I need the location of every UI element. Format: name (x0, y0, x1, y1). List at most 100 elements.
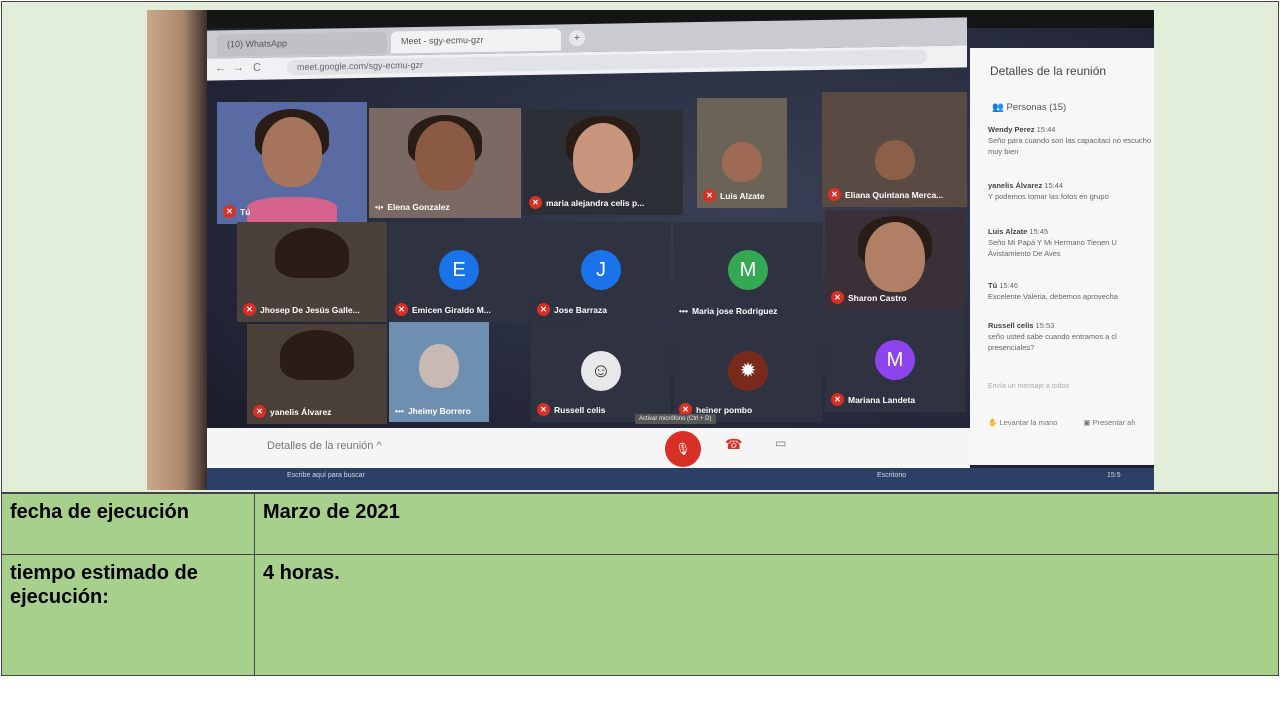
participant-tile[interactable]: M ✕ Mariana Landeta (825, 312, 965, 412)
speaking-icon: •ı• (375, 202, 384, 212)
participant-avatar-image: ☺ (581, 351, 621, 392)
meeting-controls-bar: Detalles de la reunión ^ Activar micrófo… (207, 414, 970, 468)
tab-meet-label: Meet - sgy-ecmu-gzr (401, 34, 484, 47)
mic-off-icon: ✕ (243, 303, 256, 316)
participant-tile[interactable]: M ••• Maria jose Rodriguez (673, 222, 823, 322)
participant-tile[interactable]: •ı• Elena Gonzalez (369, 108, 521, 218)
participant-name: Jheimy Borrero (407, 406, 471, 416)
camera-toggle-button[interactable]: ▭ (775, 436, 786, 450)
participant-name: yanelis Álvarez (270, 406, 332, 417)
participant-photo (275, 228, 349, 278)
participant-avatar: M (728, 250, 768, 290)
raise-hand-button[interactable]: ✋ Levantar la mano (988, 418, 1057, 427)
wall-background (147, 10, 207, 490)
participant-tile[interactable]: ✹ ✕ heiner pombo (673, 324, 823, 422)
message-text: Seño para cuando son las capacitaci no e… (988, 136, 1152, 156)
participant-photo (722, 142, 762, 182)
mic-off-icon: ✕ (831, 393, 844, 406)
taskbar-desktop[interactable]: Escritorio (877, 472, 906, 479)
tab-meet[interactable]: Meet - sgy-ecmu-gzr (391, 28, 561, 54)
chat-message: Tú 15:46 Excelente Valeria, debemos aprov… (988, 280, 1154, 302)
message-time: 15:45 (1029, 227, 1049, 236)
participant-name: Elena Gonzalez (387, 202, 450, 212)
table-row: fecha de ejecución Marzo de 2021 (1, 493, 1279, 555)
meeting-photo: (10) WhatsApp Meet - sgy-ecmu-gzr + ← → … (147, 10, 1154, 490)
taskbar-clock: 15:5 (1107, 472, 1121, 479)
message-time: 15:44 (1044, 181, 1064, 190)
chat-message: Luis Alzate 15:45 Seño Mi Papá Y Mi Herma… (988, 226, 1154, 259)
info-table: fecha de ejecución Marzo de 2021 tiempo … (1, 493, 1279, 676)
chat-message: yanelis Álvarez 15:44 Y podemos tomar las… (988, 180, 1154, 202)
participant-photo (419, 344, 459, 388)
chat-input[interactable]: Envía un mensaje a todos (988, 383, 1069, 390)
participant-tile[interactable]: ✕ Sharon Castro (825, 210, 965, 310)
mic-off-icon: ✕ (831, 291, 844, 304)
people-count: Personas (15) (1006, 102, 1067, 113)
message-text: Y podemos tomar las fotos en grupo (988, 192, 1109, 201)
participant-name: Luis Alzate (720, 190, 765, 201)
participant-tile[interactable]: E ✕ Emicen Giraldo M... (389, 222, 529, 322)
people-tab[interactable]: 👥 Personas (15) (992, 102, 1066, 113)
people-icon: 👥 (992, 102, 1007, 113)
participant-tile[interactable]: ✕ Luis Alzate (697, 98, 787, 208)
hand-icon: ✋ (988, 418, 998, 427)
present-icon: ▣ (1083, 418, 1091, 427)
photo-cell: (10) WhatsApp Meet - sgy-ecmu-gzr + ← → … (1, 1, 1279, 493)
row-label: tiempo estimado de ejecución: (1, 554, 255, 676)
participant-avatar: J (581, 250, 621, 290)
phone-hangup-icon: ☎ (725, 436, 743, 452)
meeting-details-panel: Detalles de la reunión 👥 Personas (15) W… (970, 48, 1154, 465)
participant-tile[interactable]: J ✕ Jose Barraza (531, 222, 671, 322)
message-text: Seño Mi Papá Y Mi Hermano Tienen U Avist… (988, 238, 1117, 258)
participant-name: Russell celis (554, 404, 606, 415)
mic-off-icon: ✕ (537, 403, 550, 416)
mic-toggle-button[interactable]: 🎙 (665, 431, 701, 467)
back-icon[interactable]: ← (215, 62, 226, 74)
message-time: 15:53 (1035, 321, 1055, 330)
row-value: 4 horas. (254, 554, 1279, 676)
participant-photo (874, 140, 915, 181)
forward-icon[interactable]: → (233, 62, 244, 74)
participant-name: Jhosep De Jesús Galle... (260, 304, 360, 315)
chat-message: Russell celis 15:53 seño usted sabe cuand… (988, 320, 1154, 353)
message-sender: Tú (988, 281, 998, 290)
participant-tile[interactable]: ☺ ✕ Russell celis (531, 324, 671, 422)
raise-hand-label: Levantar la mano (999, 418, 1058, 427)
row-label: fecha de ejecución (1, 493, 255, 555)
mic-off-icon: ✕ (395, 303, 408, 316)
participant-avatar: M (875, 340, 915, 380)
mic-off-icon: ✕ (223, 205, 236, 218)
reload-icon[interactable]: C (253, 62, 261, 74)
participant-name: Maria jose Rodriguez (691, 306, 778, 316)
meeting-details-toggle[interactable]: Detalles de la reunión ^ (267, 440, 382, 452)
participant-tile[interactable]: ✕ Eliana Quintana Merca... (822, 92, 967, 207)
participant-tile[interactable]: ✕ yanelis Álvarez (247, 324, 387, 424)
row-value: Marzo de 2021 (254, 493, 1279, 555)
hang-up-button[interactable]: ☎ (725, 436, 742, 453)
participant-tile[interactable]: ✕ Jhosep De Jesús Galle... (237, 222, 387, 322)
present-button[interactable]: ▣ Presentar ah (1083, 418, 1135, 427)
chat-message: Wendy Perez 15:44 Seño para cuando son la… (988, 124, 1154, 157)
message-text: seño usted sabe cuando entramos a cl pre… (988, 332, 1117, 352)
participant-name: heiner pombo (696, 404, 753, 415)
participant-tile[interactable]: ••• Jheimy Borrero (389, 322, 489, 422)
message-time: 15:44 (1036, 125, 1056, 134)
participant-photo (280, 330, 354, 380)
new-tab-button[interactable]: + (569, 30, 585, 47)
tab-whatsapp[interactable]: (10) WhatsApp (217, 31, 387, 57)
participant-name: Sharon Castro (848, 292, 907, 303)
participant-tile[interactable]: ✕ maria alejandra celis p... (523, 110, 683, 215)
message-sender: Wendy Perez (988, 125, 1035, 134)
participant-name: maria alejandra celis p... (546, 197, 645, 208)
participant-tile[interactable]: ✕ Tú (217, 102, 367, 224)
mic-off-icon: ✕ (537, 303, 550, 316)
mic-tooltip: Activar micrófono (Ctrl + D) (635, 414, 716, 424)
participant-avatar: E (439, 250, 479, 290)
message-text: Excelente Valeria, debemos aprovecha (988, 292, 1118, 301)
more-icon: ••• (679, 306, 688, 316)
table-row: tiempo estimado de ejecución: 4 horas. (1, 554, 1279, 676)
taskbar-search[interactable]: Escribe aquí para buscar (287, 472, 365, 479)
participant-name: Eliana Quintana Merca... (845, 189, 944, 200)
message-sender: Luis Alzate (988, 227, 1028, 236)
mic-off-icon: ✕ (529, 196, 542, 209)
